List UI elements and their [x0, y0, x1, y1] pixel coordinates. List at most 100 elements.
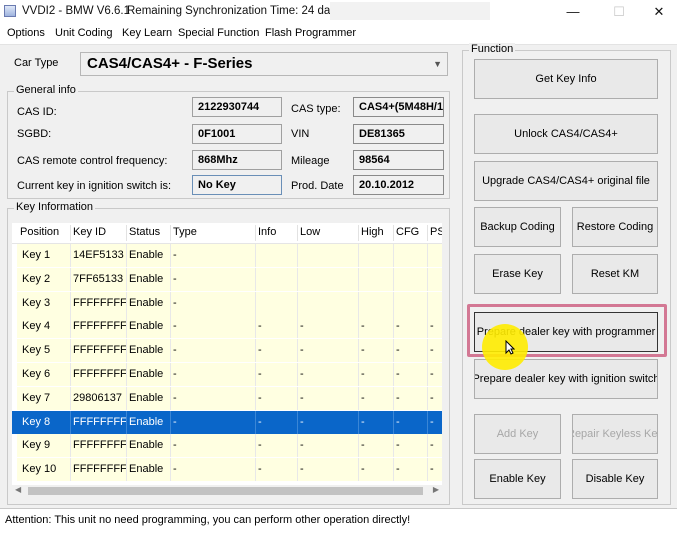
cell-separator [427, 267, 428, 291]
cell-separator [70, 363, 71, 386]
minimize-button[interactable]: — [552, 0, 594, 24]
repair-keyless-key-button[interactable]: Repair Keyless Key [572, 414, 658, 454]
erase-key-button[interactable]: Erase Key [474, 254, 561, 294]
menu-unit-coding[interactable]: Unit Coding [55, 27, 112, 39]
cell-separator [427, 291, 428, 315]
table-row[interactable]: Key 5 FFFFFFFF Enable - - - - - - [12, 339, 442, 363]
cell-separator [393, 315, 394, 339]
cell-separator [126, 410, 127, 434]
column-separator[interactable] [126, 225, 127, 241]
upgrade-cas-button[interactable]: Upgrade CAS4/CAS4+ original file [474, 161, 658, 201]
backup-coding-button[interactable]: Backup Coding [474, 207, 561, 247]
column-header-high[interactable]: High [361, 226, 384, 238]
cell-separator [297, 434, 298, 458]
cell-separator [358, 458, 359, 482]
restore-coding-button[interactable]: Restore Coding [572, 207, 658, 247]
cell-type: - [173, 272, 177, 285]
reset-km-button[interactable]: Reset KM [572, 254, 658, 294]
car-type-select[interactable]: CAS4/CAS4+ - F-Series ▼ [80, 52, 448, 76]
cell-separator [393, 267, 394, 291]
prod-date-field: 20.10.2012 [353, 175, 444, 195]
cell-cfg: - [396, 391, 400, 404]
column-header-low[interactable]: Low [300, 226, 320, 238]
table-row[interactable]: Key 2 7FF65133 Enable - [12, 267, 442, 291]
table-row[interactable]: Key 10 FFFFFFFF Enable - - - - - - [12, 458, 442, 482]
horizontal-scrollbar[interactable]: ◀ ▶ [12, 485, 442, 497]
column-separator[interactable] [170, 225, 171, 241]
scroll-right-icon[interactable]: ▶ [433, 485, 439, 494]
cell-high: - [361, 391, 365, 404]
enable-key-button[interactable]: Enable Key [474, 459, 561, 499]
add-key-button[interactable]: Add Key [474, 414, 561, 454]
scroll-left-icon[interactable]: ◀ [15, 485, 21, 494]
menu-bar: Options Unit Coding Key Learn Special Fu… [0, 24, 677, 45]
table-row[interactable]: Key 4 FFFFFFFF Enable - - - - - - [12, 315, 442, 339]
cell-separator [170, 386, 171, 410]
table-row[interactable]: Key 7 29806137 Enable - - - - - - [12, 386, 442, 410]
car-type-value: CAS4/CAS4+ - F-Series [87, 55, 253, 72]
cas-type-field: CAS4+(5M48H/1 [353, 97, 444, 117]
cell-status: Enable [129, 391, 164, 404]
cell-key-id: 14EF5133 [73, 249, 124, 261]
disable-key-button[interactable]: Disable Key [572, 459, 658, 499]
menu-key-learn[interactable]: Key Learn [122, 27, 172, 39]
mileage-field: 98564 [353, 150, 444, 170]
get-key-info-button[interactable]: Get Key Info [474, 59, 658, 99]
cell-background [255, 267, 297, 291]
scrollbar-thumb[interactable] [28, 487, 423, 495]
column-separator[interactable] [70, 225, 71, 241]
close-button[interactable]: ✕ [638, 0, 677, 24]
cell-separator [126, 434, 127, 458]
table-row[interactable]: Key 1 14EF5133 Enable - [12, 244, 442, 267]
column-header-status[interactable]: Status [129, 226, 160, 238]
table-row[interactable]: Key 8 FFFFFFFF Enable - - - - - - [12, 410, 442, 434]
cas-id-label: CAS ID: [17, 106, 57, 118]
menu-special-function[interactable]: Special Function [178, 27, 259, 39]
column-separator[interactable] [427, 225, 428, 241]
cell-separator [70, 315, 71, 339]
column-header-key-id[interactable]: Key ID [73, 226, 106, 238]
cell-key-id: FFFFFFFF [73, 368, 127, 380]
cell-separator [70, 244, 71, 267]
cell-status: Enable [129, 344, 164, 357]
key-table[interactable]: Position Key ID Status Type Info Low High CFG PS… [12, 223, 442, 485]
cell-separator [393, 386, 394, 410]
column-separator[interactable] [297, 225, 298, 241]
cell-type: - [173, 296, 177, 309]
cell-ps: - [430, 320, 434, 333]
table-row[interactable]: Key 3 FFFFFFFF Enable - [12, 291, 442, 315]
cell-separator [170, 267, 171, 291]
table-row[interactable]: Key 9 FFFFFFFF Enable - - - - - - [12, 434, 442, 458]
cell-high: - [361, 439, 365, 452]
menu-options[interactable]: Options [7, 27, 45, 39]
cell-separator [255, 458, 256, 482]
column-separator[interactable] [358, 225, 359, 241]
cell-separator [126, 458, 127, 482]
maximize-button[interactable]: ☐ [598, 0, 640, 24]
cell-type: - [173, 320, 177, 333]
menu-flash-programmer[interactable]: Flash Programmer [265, 27, 356, 39]
cell-background [427, 291, 442, 315]
column-header-ps[interactable]: PS [430, 226, 442, 238]
cell-cfg: - [396, 344, 400, 357]
column-header-cfg[interactable]: CFG [396, 226, 419, 238]
cell-separator [170, 339, 171, 363]
cell-key-id: FFFFFFFF [73, 463, 127, 476]
column-header-position[interactable]: Position [20, 226, 59, 238]
cell-separator [393, 363, 394, 386]
column-separator[interactable] [255, 225, 256, 241]
column-separator[interactable] [393, 225, 394, 241]
cell-cfg: - [396, 415, 400, 428]
cell-separator [297, 339, 298, 363]
cell-position: Key 7 [22, 391, 51, 404]
column-header-info[interactable]: Info [258, 226, 276, 238]
unlock-cas-button[interactable]: Unlock CAS4/CAS4+ [474, 114, 658, 154]
frequency-field: 868Mhz [192, 150, 282, 170]
cell-background [358, 291, 393, 315]
cell-cfg: - [396, 320, 400, 333]
column-header-type[interactable]: Type [173, 226, 197, 238]
cell-background [170, 315, 255, 339]
cell-position: Key 2 [22, 272, 51, 285]
table-row[interactable]: Key 6 FFFFFFFF Enable - - - - - - [12, 363, 442, 386]
cell-separator [255, 315, 256, 339]
